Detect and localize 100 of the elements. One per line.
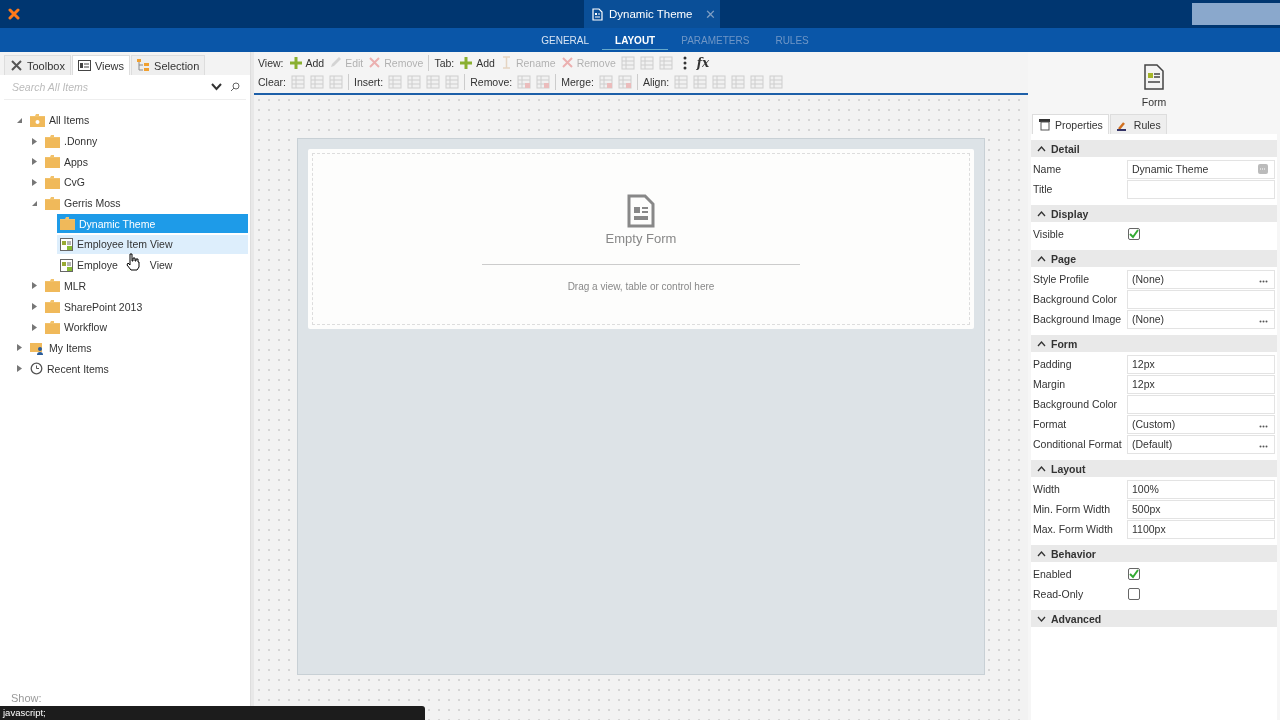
logo-icon[interactable] xyxy=(8,8,20,20)
property-label: Title xyxy=(1033,183,1054,195)
property-field[interactable]: 12px xyxy=(1127,354,1275,374)
chevron-down-icon[interactable] xyxy=(211,83,222,91)
formula-button[interactable]: fx xyxy=(696,55,710,70)
section-header[interactable]: Display xyxy=(1031,205,1277,222)
collapsed-arrow-icon[interactable] xyxy=(16,365,23,373)
folder-icon xyxy=(45,279,60,293)
section-header[interactable]: Detail xyxy=(1031,140,1277,157)
property-field[interactable] xyxy=(1127,394,1275,414)
property-label: Width xyxy=(1033,483,1061,495)
plus-icon xyxy=(459,55,474,70)
chevron-up-icon xyxy=(1037,255,1046,262)
property-field[interactable]: 500px xyxy=(1127,499,1275,519)
nav-tab[interactable]: LAYOUT xyxy=(602,30,669,50)
drop-hint: Drag a view, table or control here xyxy=(567,281,715,292)
more-icon[interactable] xyxy=(1259,425,1268,428)
collapsed-arrow-icon[interactable] xyxy=(31,137,38,145)
chevron-up-icon xyxy=(1037,465,1046,472)
property-label: Padding xyxy=(1033,358,1073,370)
more-icon[interactable] xyxy=(1259,445,1268,448)
tree-item[interactable]: Workflow xyxy=(42,317,248,337)
section-header[interactable]: Advanced xyxy=(1031,610,1277,627)
property-field[interactable] xyxy=(1127,179,1275,199)
hierarchy-icon xyxy=(137,59,151,72)
collapsed-arrow-icon[interactable] xyxy=(31,303,38,311)
property-field[interactable]: (Default) xyxy=(1127,434,1275,454)
tree-item[interactable]: SharePoint 2013 xyxy=(42,297,248,317)
property-field[interactable]: (None) xyxy=(1127,269,1275,289)
status-tooltip: javascript; xyxy=(0,706,425,720)
property-label: Background Image xyxy=(1033,313,1123,325)
pencil-icon xyxy=(329,56,343,69)
tree-item[interactable]: Employe View xyxy=(57,255,248,275)
folder-icon xyxy=(45,175,60,189)
property-label: Visible xyxy=(1033,228,1065,240)
tree-item[interactable]: All Items xyxy=(27,110,248,130)
collapsed-arrow-icon[interactable] xyxy=(31,158,38,166)
collapsed-arrow-icon[interactable] xyxy=(16,344,23,352)
section-header[interactable]: Behavior xyxy=(1031,545,1277,562)
collapsed-arrow-icon[interactable] xyxy=(31,178,38,186)
more-icon[interactable] xyxy=(1259,320,1268,323)
toolbar-label: View: xyxy=(258,56,284,69)
property-label: Format xyxy=(1033,418,1068,430)
tree-item[interactable]: MLR xyxy=(42,276,248,296)
document-icon xyxy=(627,194,655,228)
toolbar-button[interactable]: Add xyxy=(459,55,495,70)
property-field[interactable]: 1100px xyxy=(1127,519,1275,539)
folder-icon xyxy=(45,300,60,314)
tree-item[interactable]: .Donny xyxy=(42,131,248,151)
chevron-up-icon xyxy=(1037,145,1046,152)
folder-icon xyxy=(45,320,60,334)
search-icon[interactable] xyxy=(230,82,240,92)
more-icon[interactable] xyxy=(1259,280,1268,283)
section-header[interactable]: Layout xyxy=(1031,460,1277,477)
document-tab[interactable]: Dynamic Theme ✕ xyxy=(584,0,720,28)
tree-item[interactable]: Recent Items xyxy=(27,359,248,379)
checkbox[interactable] xyxy=(1128,568,1140,580)
panel-tab[interactable]: Properties xyxy=(1032,114,1109,134)
property-field[interactable]: (Custom) xyxy=(1127,414,1275,434)
panel-title: Form xyxy=(1141,96,1167,108)
expanded-arrow-icon[interactable] xyxy=(31,199,38,207)
document-title: Dynamic Theme xyxy=(609,8,693,20)
x-icon xyxy=(368,56,382,69)
tree-item[interactable]: Apps xyxy=(42,152,248,172)
folder-icon xyxy=(45,155,60,169)
property-field[interactable]: 12px xyxy=(1127,374,1275,394)
section-header[interactable]: Form xyxy=(1031,335,1277,352)
property-field[interactable]: 100% xyxy=(1127,479,1275,499)
sidebar-tab[interactable]: Toolbox xyxy=(4,55,71,75)
history-icon xyxy=(30,362,43,376)
property-field[interactable]: Dynamic Theme xyxy=(1127,159,1275,179)
user-area[interactable] xyxy=(1192,3,1280,25)
property-field[interactable] xyxy=(1127,289,1275,309)
tree-item[interactable]: Employee Item View xyxy=(57,234,248,254)
view-icon xyxy=(60,237,73,251)
checkbox[interactable] xyxy=(1128,588,1140,600)
panel-tab[interactable]: Rules xyxy=(1109,114,1167,134)
plus-icon xyxy=(288,55,303,70)
nav-tab[interactable]: GENERAL xyxy=(528,30,603,50)
x-icon xyxy=(560,56,574,69)
chevron-up-icon xyxy=(1037,340,1046,347)
property-label: Enabled xyxy=(1033,568,1073,580)
section-header[interactable]: Page xyxy=(1031,250,1277,267)
toolbar-button[interactable]: Add xyxy=(288,55,325,70)
property-field[interactable]: (None) xyxy=(1127,309,1275,329)
property-label: Read-Only xyxy=(1033,588,1085,600)
collapsed-arrow-icon[interactable] xyxy=(31,282,38,290)
expanded-arrow-icon[interactable] xyxy=(16,116,23,124)
checkbox[interactable] xyxy=(1128,228,1140,240)
tree-item[interactable]: Gerris Moss xyxy=(42,193,248,213)
sidebar-tab[interactable]: Views xyxy=(71,55,131,75)
sidebar-tab[interactable]: Selection xyxy=(131,55,206,75)
tree-item[interactable]: CvG xyxy=(42,172,248,192)
collapsed-arrow-icon[interactable] xyxy=(31,323,38,331)
property-label: Margin xyxy=(1033,378,1067,390)
tree-item[interactable]: My Items xyxy=(27,338,248,358)
show-label: Show: xyxy=(11,692,42,704)
edit-button-icon[interactable] xyxy=(1258,164,1268,174)
chevron-down-icon xyxy=(1037,615,1046,622)
property-label: Name xyxy=(1033,163,1062,175)
